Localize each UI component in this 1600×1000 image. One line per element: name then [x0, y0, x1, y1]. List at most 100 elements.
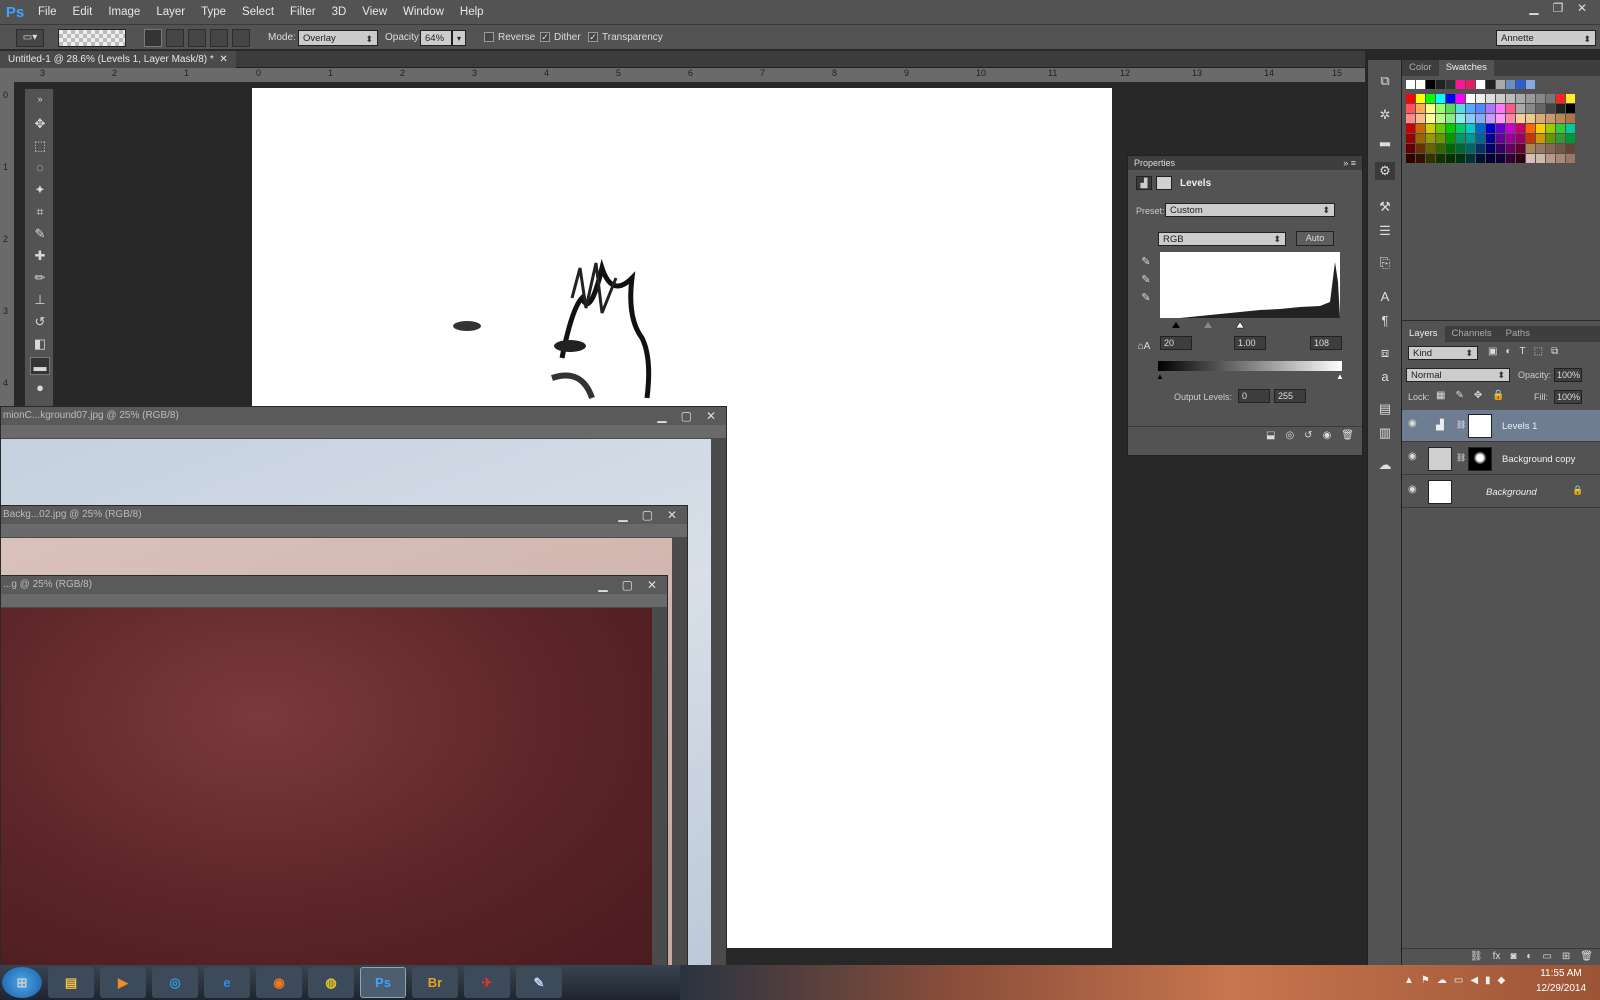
color-swatch[interactable] — [1476, 80, 1485, 89]
color-swatch[interactable] — [1406, 80, 1415, 89]
color-swatch[interactable] — [1406, 154, 1415, 163]
visibility-eye-icon[interactable]: ◉ — [1408, 451, 1417, 462]
move-tool-icon[interactable]: ✥ — [30, 115, 50, 133]
eyedropper-tool-icon[interactable]: ✎ — [30, 225, 50, 243]
angle-gradient-icon[interactable] — [188, 29, 206, 47]
reset-icon[interactable]: ↺ — [1304, 427, 1312, 444]
color-swatch[interactable] — [1496, 134, 1505, 143]
history-panel-icon[interactable]: ⧉ — [1375, 72, 1395, 90]
color-swatch[interactable] — [1456, 94, 1465, 103]
color-swatch[interactable] — [1456, 124, 1465, 133]
color-swatch[interactable] — [1526, 80, 1535, 89]
photoshop-taskbar-icon[interactable]: Ps — [360, 967, 406, 998]
menu-help[interactable]: Help — [452, 0, 492, 24]
menu-filter[interactable]: Filter — [282, 0, 324, 24]
tab-layers[interactable]: Layers — [1402, 326, 1445, 342]
output-white-slider-icon[interactable]: ▲ — [1336, 372, 1344, 381]
color-swatch[interactable] — [1546, 134, 1555, 143]
menu-edit[interactable]: Edit — [65, 0, 101, 24]
reflected-gradient-icon[interactable] — [210, 29, 228, 47]
color-swatch[interactable] — [1506, 134, 1515, 143]
filter-pixel-icon[interactable]: ▣ — [1488, 346, 1497, 357]
color-swatch[interactable] — [1566, 114, 1575, 123]
output-white-field[interactable]: 255 — [1274, 389, 1306, 403]
swatch-grid[interactable] — [1406, 80, 1596, 180]
color-swatch[interactable] — [1446, 124, 1455, 133]
menu-file[interactable]: File — [30, 0, 65, 24]
color-swatch[interactable] — [1436, 154, 1445, 163]
color-swatch[interactable] — [1466, 144, 1475, 153]
opacity-dropdown-icon[interactable]: ▾ — [452, 30, 466, 46]
security-app-icon[interactable]: ◎ — [152, 967, 198, 998]
auto-button[interactable]: Auto — [1296, 231, 1334, 246]
link-icon[interactable]: ⛓ — [1456, 453, 1466, 462]
histogram-panel-icon[interactable]: ▂ — [1375, 130, 1395, 148]
close-icon[interactable]: ✕ — [1570, 0, 1594, 18]
color-swatch[interactable] — [1406, 94, 1415, 103]
filter-adjustment-icon[interactable]: ◐ — [1505, 346, 1511, 357]
blend-mode-dropdown[interactable]: Normal — [1406, 368, 1510, 382]
mode-dropdown[interactable]: Overlay — [298, 30, 378, 46]
color-swatch[interactable] — [1426, 134, 1435, 143]
color-swatch[interactable] — [1556, 94, 1565, 103]
close-icon[interactable]: ✕ — [647, 576, 657, 594]
visibility-eye-icon[interactable]: ◉ — [1408, 484, 1417, 495]
color-swatch[interactable] — [1526, 114, 1535, 123]
color-swatch[interactable] — [1506, 154, 1515, 163]
minimize-icon[interactable]: ▁ — [598, 576, 607, 594]
layer-mask-icon[interactable] — [1156, 176, 1172, 190]
layer-row[interactable]: ◉ ▟ ⛓ Levels 1 — [1402, 410, 1600, 442]
menu-3d[interactable]: 3D — [324, 0, 355, 24]
color-swatch[interactable] — [1516, 144, 1525, 153]
color-swatch[interactable] — [1466, 124, 1475, 133]
filter-type-icon[interactable]: T — [1520, 346, 1526, 357]
color-swatch[interactable] — [1476, 124, 1485, 133]
action-center-flag-icon[interactable]: ⚑ — [1421, 975, 1430, 986]
menu-type[interactable]: Type — [193, 0, 234, 24]
color-swatch[interactable] — [1566, 94, 1575, 103]
paint-icon[interactable]: ✎ — [516, 967, 562, 998]
color-swatch[interactable] — [1466, 114, 1475, 123]
history-brush-tool-icon[interactable]: ↺ — [30, 313, 50, 331]
color-swatch[interactable] — [1456, 134, 1465, 143]
paragraph-panel-icon[interactable]: ¶ — [1375, 312, 1395, 330]
tool-preset-picker[interactable]: ▭▾ — [16, 29, 44, 47]
color-swatch[interactable] — [1426, 104, 1435, 113]
clipping-icon[interactable]: ⌂A — [1134, 338, 1154, 356]
notes-panel-icon[interactable]: ▤ — [1375, 400, 1395, 418]
color-swatch[interactable] — [1496, 94, 1505, 103]
tab-color[interactable]: Color — [1402, 60, 1439, 76]
color-swatch[interactable] — [1436, 124, 1445, 133]
actions-panel-icon[interactable]: ✲ — [1375, 106, 1395, 124]
minimize-icon[interactable]: ▁ — [1522, 0, 1546, 18]
volume-icon[interactable]: ◀ — [1470, 975, 1478, 986]
color-swatch[interactable] — [1416, 134, 1425, 143]
color-swatch[interactable] — [1476, 134, 1485, 143]
menu-view[interactable]: View — [354, 0, 395, 24]
marquee-tool-icon[interactable]: ⬚ — [30, 137, 50, 155]
color-swatch[interactable] — [1566, 154, 1575, 163]
channel-dropdown[interactable]: RGB — [1158, 232, 1286, 246]
color-swatch[interactable] — [1446, 144, 1455, 153]
color-swatch[interactable] — [1526, 104, 1535, 113]
floating-document-window[interactable]: ...g @ 25% (RGB/8) ▁ ▢ ✕ — [0, 575, 668, 967]
color-swatch[interactable] — [1546, 114, 1555, 123]
input-white-field[interactable]: 108 — [1310, 336, 1342, 350]
filter-shape-icon[interactable]: ⬚ — [1534, 346, 1543, 357]
chrome-icon[interactable]: ◍ — [308, 967, 354, 998]
start-button[interactable]: ⊞ — [2, 967, 42, 998]
magic-wand-tool-icon[interactable]: ✦ — [30, 181, 50, 199]
color-swatch[interactable] — [1556, 134, 1565, 143]
color-swatch[interactable] — [1476, 104, 1485, 113]
menu-select[interactable]: Select — [234, 0, 282, 24]
lock-image-icon[interactable]: ✎ — [1455, 390, 1463, 401]
color-swatch[interactable] — [1406, 104, 1415, 113]
explorer-icon[interactable]: ▤ — [48, 967, 94, 998]
libraries-icon[interactable]: ☁ — [1375, 456, 1395, 474]
workspace-switcher[interactable]: Annette — [1496, 30, 1596, 46]
color-swatch[interactable] — [1556, 154, 1565, 163]
layer-mask-thumbnail[interactable] — [1468, 447, 1492, 471]
color-swatch[interactable] — [1566, 104, 1575, 113]
color-swatch[interactable] — [1546, 154, 1555, 163]
color-swatch[interactable] — [1506, 124, 1515, 133]
